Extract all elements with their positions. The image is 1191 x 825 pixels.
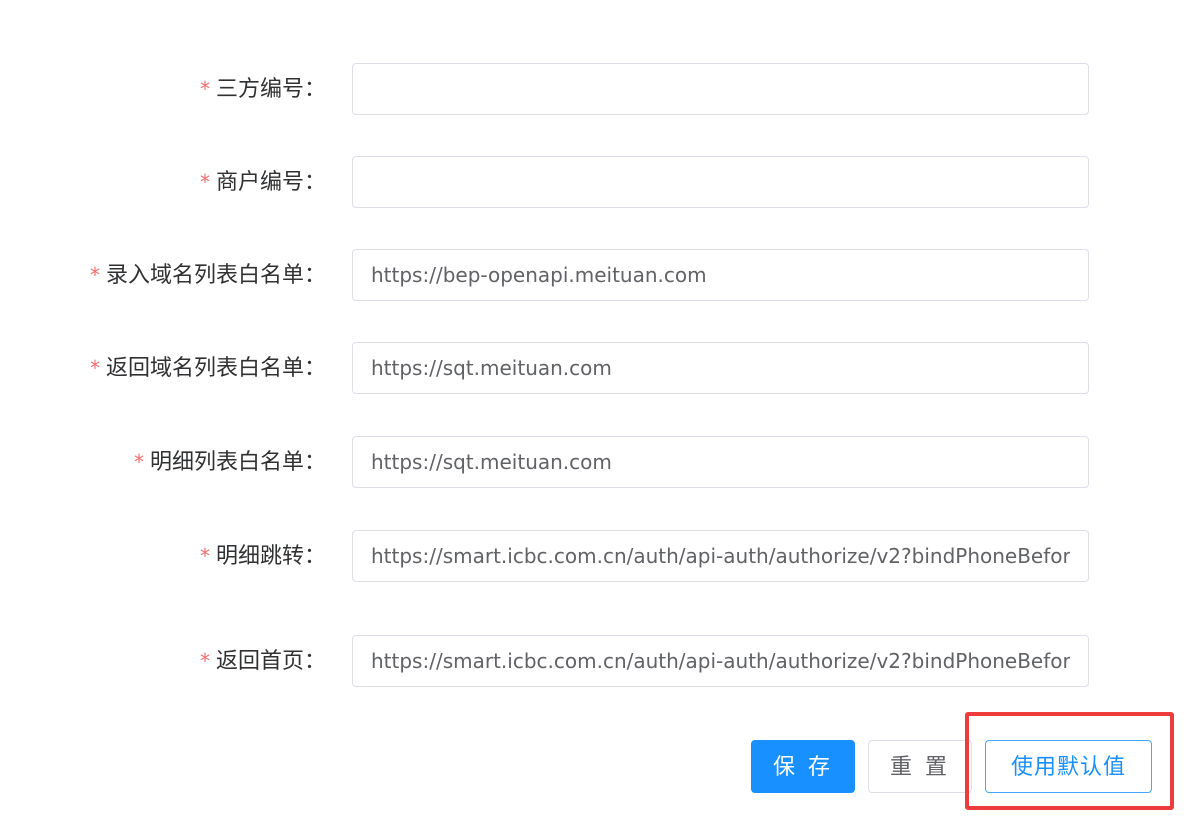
detail-redirect-label-text: 明细跳转：: [215, 544, 326, 569]
third-party-id-input[interactable]: [352, 63, 1089, 115]
form-row-detail-redirect: * 明细跳转：: [0, 530, 1191, 582]
use-default-button[interactable]: 使用默认值: [985, 740, 1152, 793]
required-mark: *: [133, 450, 144, 474]
form-row-detail-list-whitelist: * 明细列表白名单：: [0, 436, 1191, 488]
required-mark: *: [89, 356, 100, 380]
return-domain-whitelist-label: * 返回域名列表白名单：: [90, 342, 326, 394]
detail-list-whitelist-label-text: 明细列表白名单：: [149, 450, 326, 475]
entry-domain-whitelist-label-text: 录入域名列表白名单：: [105, 263, 326, 288]
detail-list-whitelist-label: * 明细列表白名单：: [134, 436, 326, 488]
return-home-label: * 返回首页：: [200, 635, 326, 687]
required-mark: *: [199, 170, 210, 194]
merchant-id-input[interactable]: [352, 156, 1089, 208]
required-mark: *: [199, 544, 210, 568]
merchant-id-label-text: 商户编号：: [215, 170, 326, 195]
reset-button[interactable]: 重 置: [868, 740, 972, 793]
detail-redirect-input[interactable]: [352, 530, 1089, 582]
required-mark: *: [199, 649, 210, 673]
return-home-input[interactable]: [352, 635, 1089, 687]
required-mark: *: [199, 77, 210, 101]
third-party-id-label: * 三方编号：: [200, 63, 326, 115]
required-mark: *: [89, 263, 100, 287]
third-party-id-label-text: 三方编号：: [215, 77, 326, 102]
return-domain-whitelist-label-text: 返回域名列表白名单：: [105, 356, 326, 381]
merchant-id-label: * 商户编号：: [200, 156, 326, 208]
form-row-return-home: * 返回首页：: [0, 635, 1191, 687]
form-row-return-domain-whitelist: * 返回域名列表白名单：: [0, 342, 1191, 394]
detail-redirect-label: * 明细跳转：: [200, 530, 326, 582]
return-domain-whitelist-input[interactable]: [352, 342, 1089, 394]
entry-domain-whitelist-input[interactable]: [352, 249, 1089, 301]
detail-list-whitelist-input[interactable]: [352, 436, 1089, 488]
entry-domain-whitelist-label: * 录入域名列表白名单：: [90, 249, 326, 301]
form-row-entry-domain-whitelist: * 录入域名列表白名单：: [0, 249, 1191, 301]
form-row-third-party-id: * 三方编号：: [0, 63, 1191, 115]
return-home-label-text: 返回首页：: [215, 649, 326, 674]
form-row-merchant-id: * 商户编号：: [0, 156, 1191, 208]
save-button[interactable]: 保 存: [751, 740, 855, 793]
